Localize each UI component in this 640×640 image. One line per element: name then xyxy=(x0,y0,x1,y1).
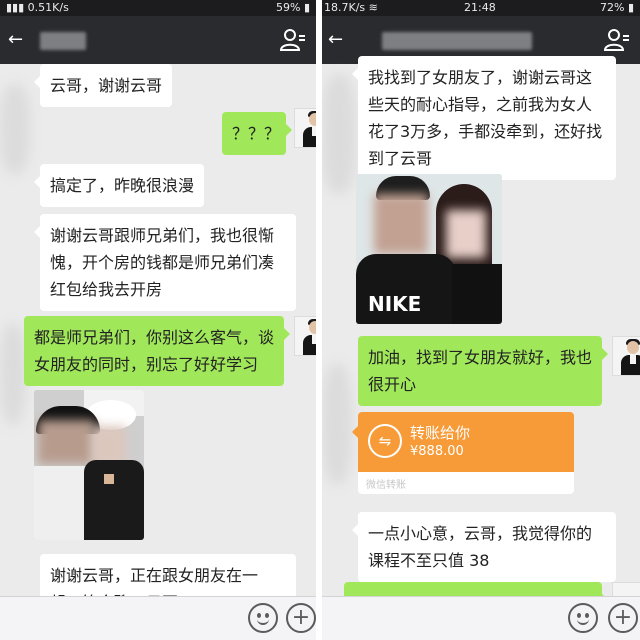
emoji-icon[interactable] xyxy=(568,603,598,633)
status-bar: ▮▮▮ 0.51K/s 59% ▮ xyxy=(0,0,316,16)
avatar[interactable] xyxy=(612,336,640,376)
smudge xyxy=(322,364,352,484)
battery-icon: ▮ xyxy=(627,1,634,14)
transfer-card[interactable]: ⇋ 转账给你 ¥888.00 xyxy=(352,412,574,472)
input-bar: + xyxy=(0,596,316,640)
avatar[interactable] xyxy=(294,316,316,356)
transfer-amount: ¥888.00 xyxy=(410,444,464,459)
smudge xyxy=(0,324,26,424)
left-chat-screen: ▮▮▮ 0.51K/s 59% ▮ ← 云哥，谢谢云哥 ？？？ 搞定了，昨晚很浪… xyxy=(0,0,316,640)
battery-indicator: 72% ▮ xyxy=(599,1,634,14)
message-out[interactable]: 都是师兄弟们，你别这么客气，谈女朋友的同时，别忘了好好学习 xyxy=(24,316,290,386)
network-speed: ▮▮▮ 0.51K/s xyxy=(6,1,69,14)
face-redacted xyxy=(38,420,94,464)
contact-icon[interactable] xyxy=(604,28,630,52)
smudge xyxy=(322,74,356,194)
chat-title-redacted xyxy=(382,32,532,50)
shirt-logo: NIKE xyxy=(368,292,422,316)
input-bar: + xyxy=(322,596,640,640)
transfer-icon: ⇋ xyxy=(368,424,402,458)
message-in[interactable]: 云哥，谢谢云哥 xyxy=(34,64,172,107)
plus-icon[interactable]: + xyxy=(286,603,316,633)
transfer-label: 微信转账 xyxy=(366,480,406,491)
smudge xyxy=(0,84,30,174)
status-bar: 18.7K/s ≋ 21:48 72% ▮ xyxy=(322,0,640,16)
message-list[interactable]: 云哥，谢谢云哥 ？？？ 搞定了，昨晚很浪漫 谢谢云哥跟师兄弟们，我也很惭愧，开个… xyxy=(0,64,316,610)
plus-icon[interactable]: + xyxy=(608,603,638,633)
emoji-icon[interactable] xyxy=(248,603,278,633)
chat-title-redacted xyxy=(40,32,86,50)
message-in[interactable]: 谢谢云哥跟师兄弟们，我也很惭愧，开个房的钱都是师兄弟们凑红包给我去开房 xyxy=(34,214,296,311)
battery-icon: ▮ xyxy=(303,1,310,14)
image-message[interactable]: NIKE xyxy=(356,174,502,324)
message-out[interactable]: 加油，找到了女朋友就好，我也很开心 xyxy=(358,336,608,406)
transfer-footer: 微信转账 xyxy=(358,472,574,494)
message-list[interactable]: 我找到了女朋友了，谢谢云哥这些天的耐心指导，之前我为女人花了3万多，手都没牵到，… xyxy=(322,56,640,606)
message-in[interactable]: 一点小心意，云哥，我觉得你的课程不至只值 38 xyxy=(352,512,616,582)
face-redacted xyxy=(374,194,428,254)
wifi-icon: ≋ xyxy=(368,1,378,14)
signal-icon: ▮▮▮ xyxy=(6,1,28,14)
message-in[interactable]: 搞定了，昨晚很浪漫 xyxy=(34,164,204,207)
battery-indicator: 59% ▮ xyxy=(275,1,310,14)
back-arrow-icon[interactable]: ← xyxy=(8,30,23,50)
avatar[interactable] xyxy=(294,108,316,148)
message-in[interactable]: 我找到了女朋友了，谢谢云哥这些天的耐心指导，之前我为女人花了3万多，手都没牵到，… xyxy=(352,56,616,180)
right-chat-screen: 18.7K/s ≋ 21:48 72% ▮ ← 我找到了女朋友了，谢谢云哥这些天… xyxy=(322,0,640,640)
clock: 21:48 xyxy=(464,1,496,14)
contact-icon[interactable] xyxy=(280,28,306,52)
face-redacted xyxy=(446,210,486,258)
chat-header: ← xyxy=(0,16,316,64)
image-message[interactable] xyxy=(34,390,144,540)
network-speed: 18.7K/s ≋ xyxy=(324,1,378,14)
message-out[interactable]: ？？？ xyxy=(222,112,292,155)
transfer-title: 转账给你 xyxy=(410,424,471,442)
transfer-message[interactable]: ⇋ 转账给你 ¥888.00 微信转账 xyxy=(352,412,574,494)
back-arrow-icon[interactable]: ← xyxy=(328,30,343,50)
